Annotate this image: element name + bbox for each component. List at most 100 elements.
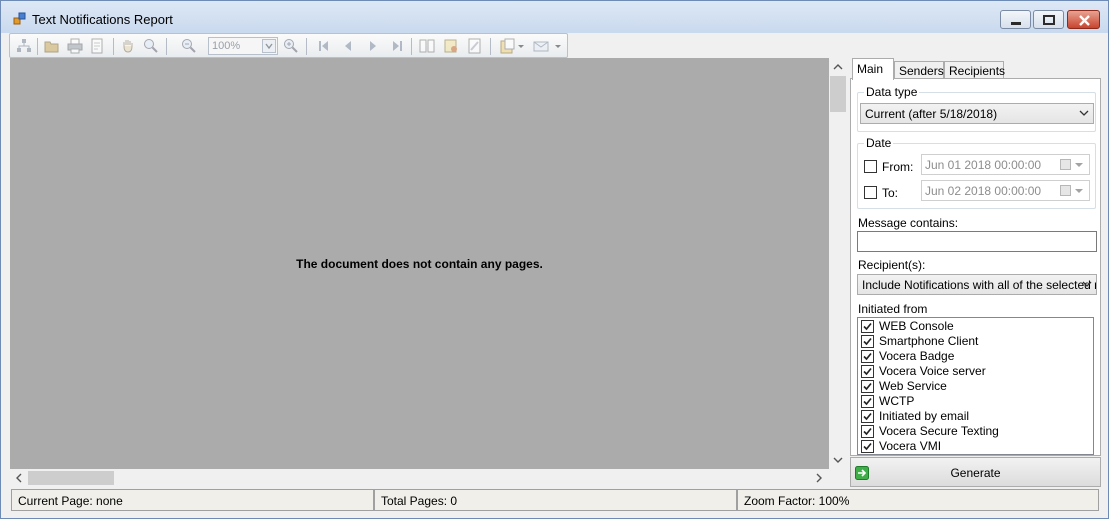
- preview-vertical-scrollbar[interactable]: [829, 58, 847, 469]
- next-page-icon[interactable]: [365, 38, 381, 54]
- previous-page-icon[interactable]: [340, 38, 356, 54]
- vertical-scroll-thumb[interactable]: [830, 76, 846, 112]
- preview-horizontal-scrollbar[interactable]: [10, 469, 829, 487]
- calendar-icon: [1060, 185, 1071, 196]
- checkbox[interactable]: [861, 395, 874, 408]
- list-item-label: WCTP: [879, 394, 915, 408]
- tab-recipients[interactable]: Recipients: [944, 61, 1006, 79]
- checkmark-icon: [863, 412, 872, 421]
- chevron-down-icon: [262, 39, 276, 53]
- checkmark-icon: [863, 397, 872, 406]
- list-item-label: Vocera Badge: [879, 349, 955, 363]
- from-date-value: Jun 01 2018 00:00:00: [925, 158, 1042, 172]
- maximize-button[interactable]: [1033, 10, 1064, 29]
- recipients-value: Include Notifications with all of the se…: [862, 278, 1097, 292]
- tab-senders-label: Senders: [899, 64, 944, 78]
- checkbox[interactable]: [861, 320, 874, 333]
- to-date-picker[interactable]: Jun 02 2018 00:00:00: [921, 180, 1090, 201]
- chevron-down-icon: [1079, 110, 1089, 116]
- list-item-label: Smartphone Client: [879, 334, 979, 348]
- multiple-pages-icon[interactable]: [419, 38, 435, 54]
- initiated-from-label: Initiated from: [858, 302, 928, 316]
- zoom-select[interactable]: 100%: [208, 37, 278, 55]
- checkbox[interactable]: [861, 380, 874, 393]
- checkmark-icon: [863, 337, 872, 346]
- tab-senders[interactable]: Senders: [894, 61, 944, 79]
- chevron-down-icon: [1082, 281, 1092, 287]
- scroll-down-icon[interactable]: [830, 452, 846, 468]
- close-button[interactable]: [1067, 10, 1100, 29]
- status-total-pages: Total Pages: 0: [374, 489, 737, 511]
- page-setup-icon[interactable]: [90, 38, 106, 54]
- from-date-checkbox[interactable]: [864, 160, 877, 173]
- magnifier-icon[interactable]: [143, 38, 159, 54]
- message-contains-label: Message contains:: [858, 216, 959, 230]
- to-label: To:: [882, 186, 899, 200]
- window-title: Text Notifications Report: [32, 12, 173, 27]
- checkbox[interactable]: [861, 410, 874, 423]
- recipients-select[interactable]: Include Notifications with all of the se…: [857, 274, 1097, 295]
- checkmark-icon: [863, 352, 872, 361]
- close-icon: [1079, 15, 1090, 26]
- minimize-button[interactable]: [1000, 10, 1031, 29]
- message-contains-input[interactable]: [857, 231, 1097, 252]
- tab-recipients-label: Recipients: [949, 64, 1006, 78]
- checkmark-icon: [863, 322, 872, 331]
- background-icon[interactable]: [443, 38, 459, 54]
- export-dropdown-icon[interactable]: [517, 38, 525, 54]
- empty-document-message: The document does not contain any pages.: [296, 257, 543, 271]
- tab-main[interactable]: Main: [852, 58, 894, 80]
- first-page-icon[interactable]: [316, 38, 332, 54]
- list-item-label: Vocera Secure Texting: [879, 424, 999, 438]
- scroll-left-icon[interactable]: [11, 470, 27, 486]
- recipients-label: Recipient(s):: [858, 258, 926, 272]
- status-zoom-factor: Zoom Factor: 100%: [737, 489, 1099, 511]
- report-window: Text Notifications Report 100% The docum…: [0, 0, 1109, 519]
- open-icon[interactable]: [44, 38, 60, 54]
- to-date-checkbox[interactable]: [864, 186, 877, 199]
- scroll-right-icon[interactable]: [811, 470, 827, 486]
- hand-tool-icon[interactable]: [120, 38, 136, 54]
- data-type-select[interactable]: Current (after 5/18/2018): [860, 103, 1094, 124]
- list-item-label: Vocera Voice server: [879, 364, 986, 378]
- data-type-legend: Data type: [864, 85, 920, 99]
- checkmark-icon: [863, 427, 872, 436]
- list-item-label: Initiated by email: [879, 409, 970, 423]
- data-type-group: Data type Current (after 5/18/2018): [857, 85, 1096, 132]
- watermark-icon[interactable]: [467, 38, 483, 54]
- initiated-from-list[interactable]: WEB Console Smartphone Client Vocera Bad…: [857, 317, 1094, 455]
- restore-icon: [1043, 15, 1055, 25]
- last-page-icon[interactable]: [389, 38, 405, 54]
- calendar-icon: [1060, 159, 1071, 170]
- from-label: From:: [882, 160, 914, 174]
- zoom-value: 100%: [212, 40, 241, 52]
- zoom-in-icon[interactable]: [283, 38, 299, 54]
- checkmark-icon: [863, 442, 872, 451]
- chevron-down-icon: [1075, 163, 1083, 167]
- date-group: Date From: Jun 01 2018 00:00:00 To: Jun …: [857, 136, 1096, 209]
- generate-button[interactable]: Generate: [850, 457, 1101, 487]
- email-icon[interactable]: [533, 38, 549, 54]
- checkbox[interactable]: [861, 365, 874, 378]
- app-icon: [13, 12, 26, 25]
- zoom-out-icon[interactable]: [181, 38, 197, 54]
- to-date-value: Jun 02 2018 00:00:00: [925, 184, 1042, 198]
- main-tab-panel: Data type Current (after 5/18/2018) Date…: [850, 78, 1101, 456]
- list-item-label: WEB Console: [879, 319, 954, 333]
- email-dropdown-icon[interactable]: [554, 38, 562, 54]
- report-preview-area[interactable]: The document does not contain any pages.: [10, 58, 829, 469]
- checkmark-icon: [863, 382, 872, 391]
- checkbox[interactable]: [861, 440, 874, 453]
- horizontal-scroll-thumb[interactable]: [28, 471, 114, 485]
- minimize-icon: [1011, 22, 1021, 25]
- chevron-down-icon: [1075, 189, 1083, 193]
- data-type-value: Current (after 5/18/2018): [865, 107, 998, 121]
- checkbox[interactable]: [861, 335, 874, 348]
- checkbox[interactable]: [861, 425, 874, 438]
- scroll-up-icon[interactable]: [830, 59, 846, 75]
- document-map-icon[interactable]: [16, 38, 32, 54]
- export-icon[interactable]: [500, 38, 516, 54]
- checkbox[interactable]: [861, 350, 874, 363]
- print-icon[interactable]: [67, 38, 83, 54]
- from-date-picker[interactable]: Jun 01 2018 00:00:00: [921, 154, 1090, 175]
